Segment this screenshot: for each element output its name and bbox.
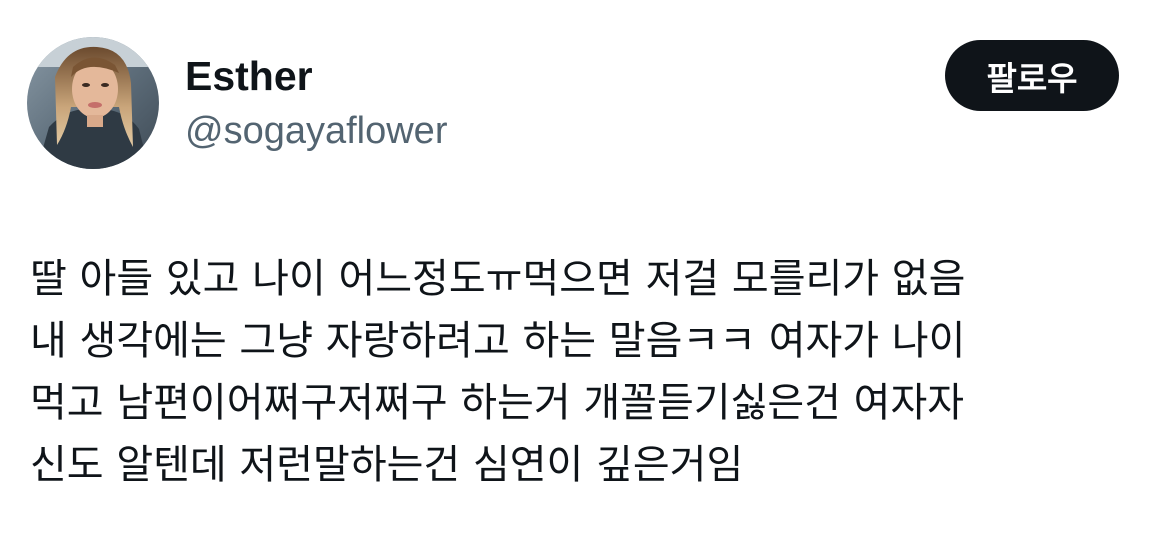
profile-photo-icon [27, 37, 159, 169]
tweet-text: 딸 아들 있고 나이 어느정도ㅠ먹으면 저걸 모를리가 없음 내 생각에는 그냥… [30, 248, 1150, 496]
author-handle[interactable]: @sogayaflower [185, 108, 447, 154]
follow-button[interactable]: 팔로우 [945, 40, 1119, 111]
author-display-name[interactable]: Esther [185, 52, 313, 100]
avatar[interactable] [27, 37, 159, 169]
tweet-text-line: 신도 알텐데 저런말하는건 심연이 깊은거임 [30, 442, 744, 488]
tweet-card: Esther @sogayaflower 팔로우 딸 아들 있고 나이 어느정도… [0, 0, 1170, 535]
tweet-text-line: 먹고 남편이어쩌구저쩌구 하는거 개꼴듣기싫은건 여자자 [30, 380, 965, 426]
tweet-text-line: 딸 아들 있고 나이 어느정도ㅠ먹으면 저걸 모를리가 없음 [30, 256, 966, 302]
tweet-text-line: 내 생각에는 그냥 자랑하려고 하는 말음ㅋㅋ 여자가 나이 [30, 318, 966, 364]
